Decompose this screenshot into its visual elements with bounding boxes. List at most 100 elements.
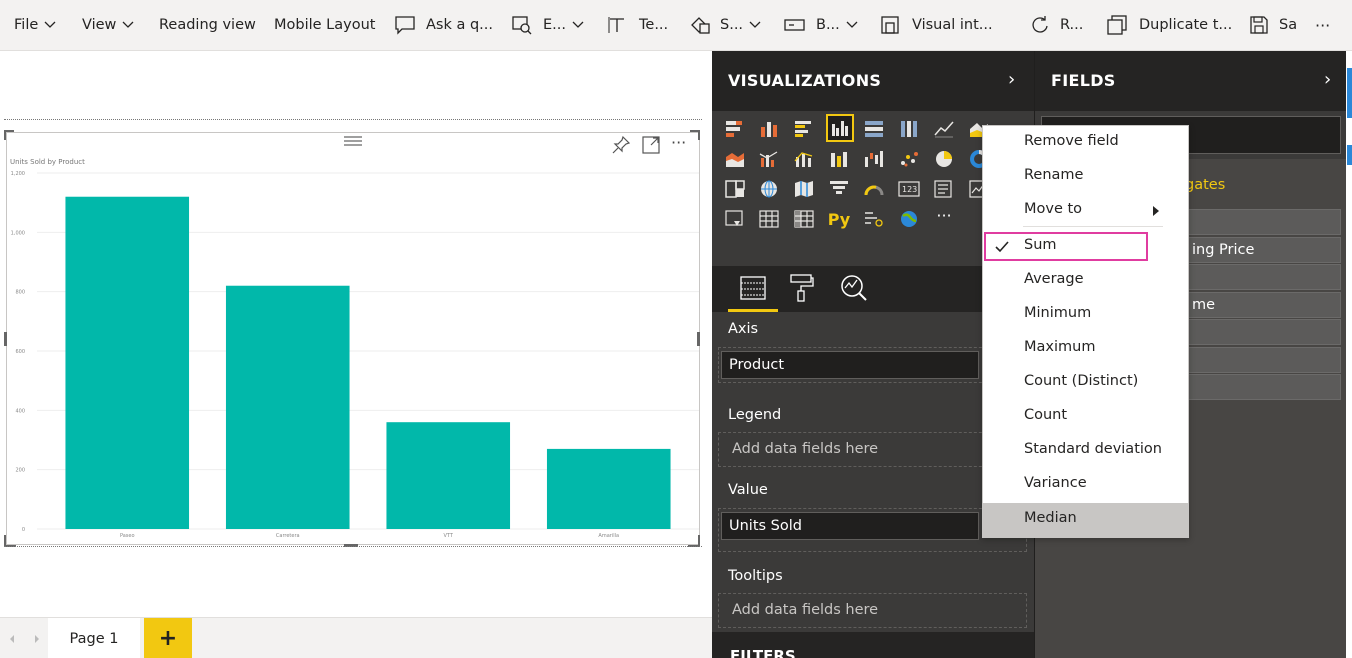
menu-item-median[interactable]: Median — [983, 503, 1188, 537]
text-box-icon — [608, 17, 624, 33]
view-menu-label: View — [82, 17, 117, 33]
line-and-stacked-column-icon[interactable] — [756, 146, 782, 172]
menu-item-maximum[interactable]: Maximum — [983, 332, 1188, 366]
shapes-menu[interactable]: S... — [690, 0, 761, 50]
collapse-fields-icon[interactable]: › — [1324, 69, 1331, 90]
x-tick-label: Carretera — [276, 533, 300, 539]
reading-view-button[interactable]: Reading view — [159, 0, 256, 50]
y-tick-label: 400 — [15, 408, 25, 414]
resize-handle-tr-v[interactable] — [698, 130, 700, 140]
clustered-column-chart-icon[interactable] — [826, 114, 854, 142]
text-box-button[interactable]: Te... — [607, 0, 668, 50]
key-influencers-icon[interactable] — [861, 206, 887, 232]
stacked-column-chart-icon[interactable] — [756, 116, 782, 142]
collapse-visualizations-icon[interactable]: › — [1008, 69, 1015, 90]
menu-item-standard-deviation[interactable]: Standard deviation — [983, 434, 1188, 468]
legend-well[interactable]: Add data fields here — [718, 432, 1027, 467]
card-icon[interactable]: 123 — [896, 176, 922, 202]
y-tick-label: 1,200 — [11, 171, 25, 177]
chevron-down-icon — [846, 21, 858, 28]
resize-handle-tl-v[interactable] — [4, 130, 6, 140]
bar — [65, 196, 190, 529]
text-box-label: Te... — [639, 17, 669, 33]
scroll-left-icon[interactable] — [8, 634, 16, 644]
more-visuals-icon[interactable]: ··· — [931, 202, 957, 228]
view-menu[interactable]: View — [82, 0, 134, 50]
fields-group-label[interactable]: gates — [1185, 177, 1225, 193]
tab-fields-well[interactable] — [728, 266, 778, 312]
stacked-area-chart-icon[interactable] — [722, 146, 748, 172]
python-visual-icon[interactable]: Py — [826, 206, 852, 232]
scroll-right-icon[interactable] — [33, 634, 41, 644]
matrix-icon[interactable] — [791, 206, 817, 232]
line-and-clustered-column-icon[interactable] — [791, 146, 817, 172]
ask-question-button[interactable]: Ask a q... — [394, 0, 493, 50]
menu-item-count[interactable]: Count — [983, 400, 1188, 434]
bar — [225, 285, 350, 529]
menu-item-remove-field[interactable]: Remove field — [983, 126, 1188, 160]
menu-item-average[interactable]: Average — [983, 264, 1188, 298]
stacked-bar-chart-icon[interactable] — [722, 116, 748, 142]
visualizations-header: VISUALIZATIONS › — [712, 51, 1034, 111]
fields-title: FIELDS — [1051, 71, 1116, 90]
explore-menu[interactable]: E... — [511, 0, 584, 50]
funnel-icon[interactable] — [826, 176, 852, 202]
pie-chart-icon[interactable] — [931, 146, 957, 172]
more-options-button[interactable]: ··· — [1315, 0, 1330, 50]
report-canvas[interactable]: ··· Units Sold by Product 0 200 400 600 800 1… — [0, 51, 712, 617]
value-field-units-sold[interactable]: Units Sold — [721, 512, 979, 540]
treemap-icon[interactable] — [722, 176, 748, 202]
file-menu[interactable]: File — [14, 0, 56, 50]
refresh-label: R... — [1060, 17, 1084, 33]
chevron-down-icon — [44, 21, 56, 28]
filters-title: FILTERS — [730, 647, 796, 658]
sum-highlight-outline — [984, 232, 1148, 261]
filters-header[interactable]: FILTERS — [712, 632, 1034, 658]
analytics-magnifier-icon — [841, 275, 867, 301]
menu-item-rename[interactable]: Rename — [983, 160, 1188, 194]
menu-item-variance[interactable]: Variance — [983, 468, 1188, 502]
refresh-button[interactable]: R... — [1030, 0, 1083, 50]
add-page-button[interactable]: + — [144, 618, 192, 658]
canvas-top-boundary — [4, 119, 702, 120]
save-label: Sa — [1279, 17, 1298, 33]
bar — [546, 448, 671, 529]
gauge-icon[interactable] — [861, 176, 887, 202]
menu-item-move-to[interactable]: Move to — [983, 194, 1188, 228]
buttons-menu[interactable]: B... — [784, 0, 858, 50]
column-chart-visual[interactable]: ··· Units Sold by Product 0 200 400 600 800 1… — [6, 132, 700, 545]
page-tab-1[interactable]: Page 1 — [48, 618, 140, 658]
visualizations-title: VISUALIZATIONS — [728, 71, 882, 90]
tab-format[interactable] — [790, 274, 814, 306]
clustered-bar-chart-icon[interactable] — [791, 116, 817, 142]
multi-row-card-icon[interactable] — [931, 176, 957, 202]
100-percent-column-chart-icon[interactable] — [896, 116, 922, 142]
menu-item-minimum[interactable]: Minimum — [983, 298, 1188, 332]
window-right-edge — [1346, 51, 1352, 658]
tooltips-well[interactable]: Add data fields here — [718, 593, 1027, 628]
shapes-label: S... — [720, 17, 744, 33]
visual-interactions-button[interactable]: Visual int... — [880, 0, 993, 50]
menu-item-count-distinct[interactable]: Count (Distinct) — [983, 366, 1188, 400]
speech-bubble-icon — [395, 16, 415, 35]
ribbon-chart-icon[interactable] — [826, 146, 852, 172]
100-percent-bar-chart-icon[interactable] — [861, 116, 887, 142]
submenu-arrow-icon — [1153, 206, 1159, 216]
resize-handle-right[interactable] — [697, 332, 700, 346]
tab-analytics[interactable] — [840, 274, 868, 306]
map-icon[interactable] — [756, 176, 782, 202]
table-icon[interactable] — [756, 206, 782, 232]
axis-field-product[interactable]: Product — [721, 351, 979, 379]
slicer-icon[interactable] — [722, 206, 748, 232]
arcgis-map-icon[interactable] — [896, 206, 922, 232]
line-chart-icon[interactable] — [931, 116, 957, 142]
duplicate-page-button[interactable]: Duplicate t... — [1107, 0, 1232, 50]
scatter-chart-icon[interactable] — [896, 146, 922, 172]
filled-map-icon[interactable] — [791, 176, 817, 202]
resize-handle-left[interactable] — [4, 332, 7, 346]
save-button[interactable]: Sa — [1249, 0, 1297, 50]
waterfall-chart-icon[interactable] — [861, 146, 887, 172]
mobile-layout-button[interactable]: Mobile Layout — [274, 0, 375, 50]
duplicate-icon — [1107, 15, 1127, 35]
page-tabs-bar: Page 1 + — [0, 617, 712, 658]
